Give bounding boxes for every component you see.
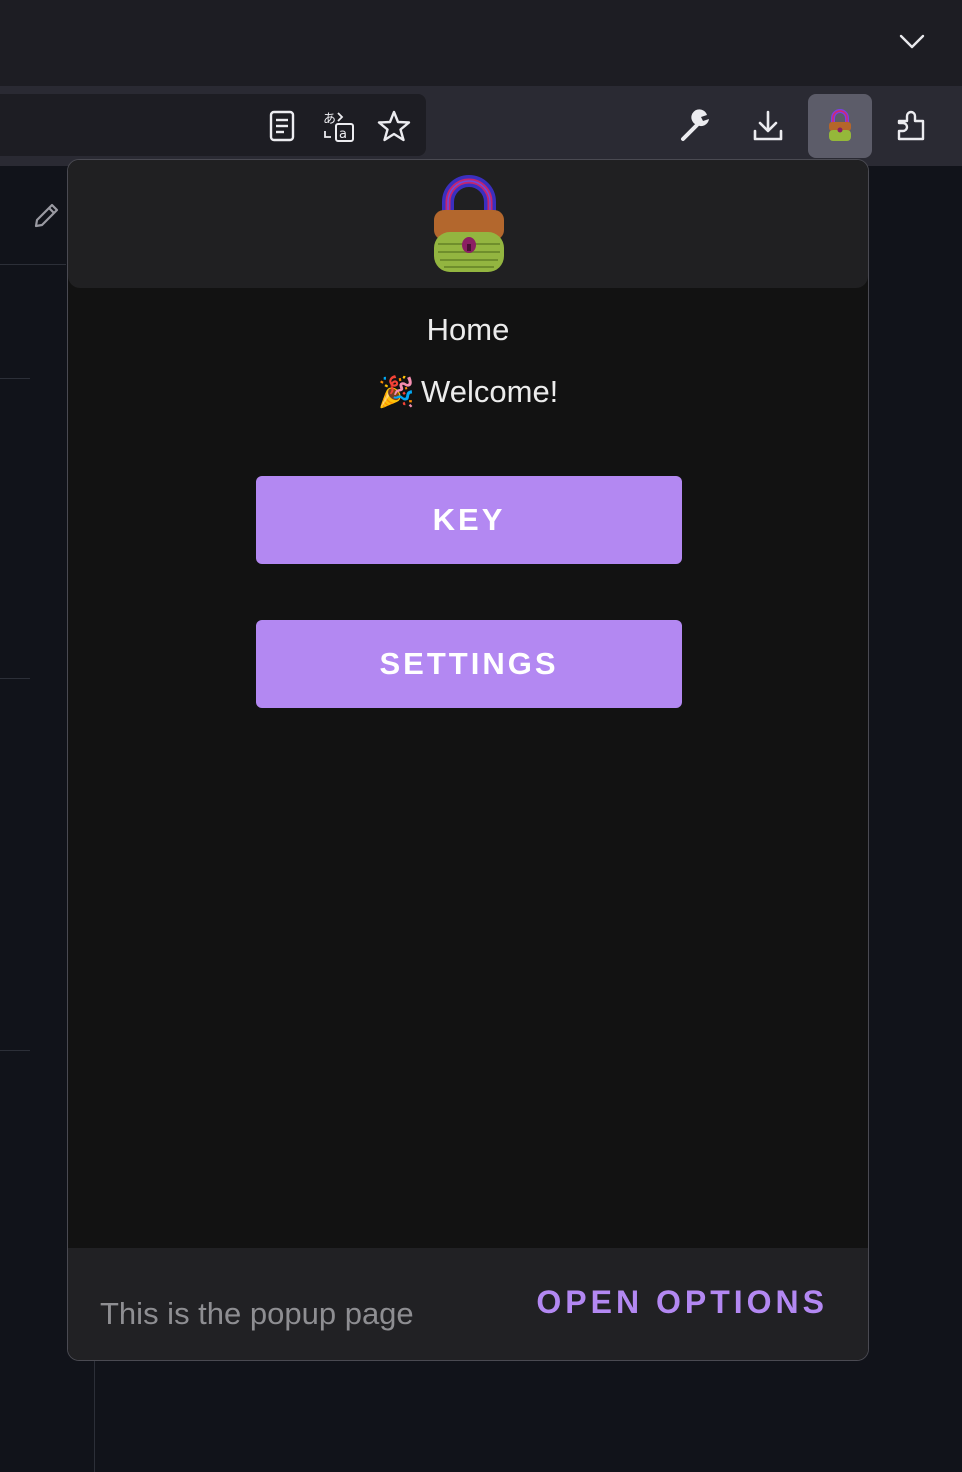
divider	[0, 264, 66, 265]
devtools-button[interactable]	[664, 94, 728, 158]
wrench-icon	[681, 109, 709, 141]
tab-strip	[0, 0, 962, 86]
settings-button[interactable]: SETTINGS	[256, 620, 682, 708]
chevron-down-icon	[899, 34, 925, 49]
svg-text:a: a	[339, 127, 347, 142]
puzzle-icon	[897, 110, 925, 141]
open-options-link[interactable]: OPEN OPTIONS	[536, 1284, 828, 1321]
divider	[94, 1360, 95, 1472]
padlock-logo-icon	[434, 175, 504, 272]
page-title: Home	[426, 312, 510, 347]
edit-button[interactable]	[26, 196, 66, 236]
bookmark-button[interactable]	[362, 94, 426, 158]
extension-button-active[interactable]	[808, 94, 872, 158]
welcome-text: Welcome!	[421, 374, 559, 409]
footer-text: This is the popup page	[100, 1296, 414, 1331]
reader-mode-button[interactable]	[250, 94, 314, 158]
padlock-extension-icon	[829, 109, 851, 141]
extensions-menu-button[interactable]	[880, 94, 944, 158]
divider	[0, 678, 30, 679]
reader-mode-icon	[269, 110, 295, 142]
party-popper-icon: 🎉	[377, 376, 416, 409]
popup-header	[68, 160, 868, 288]
divider	[0, 378, 30, 379]
star-icon	[377, 110, 411, 142]
download-icon	[753, 110, 783, 141]
pencil-icon	[34, 203, 59, 228]
tab-list-button[interactable]	[892, 24, 932, 58]
translate-button[interactable]: あ a	[306, 94, 370, 158]
translate-icon: あ a	[323, 112, 354, 142]
svg-text:あ: あ	[323, 112, 336, 127]
extension-popup: Home 🎉 Welcome! KEY SETTINGS This is the …	[67, 159, 869, 1361]
divider	[0, 1050, 30, 1051]
downloads-button[interactable]	[736, 94, 800, 158]
key-button[interactable]: KEY	[256, 476, 682, 564]
welcome-message: 🎉 Welcome!	[68, 374, 868, 410]
popup-footer: This is the popup page OPEN OPTIONS	[68, 1248, 868, 1360]
